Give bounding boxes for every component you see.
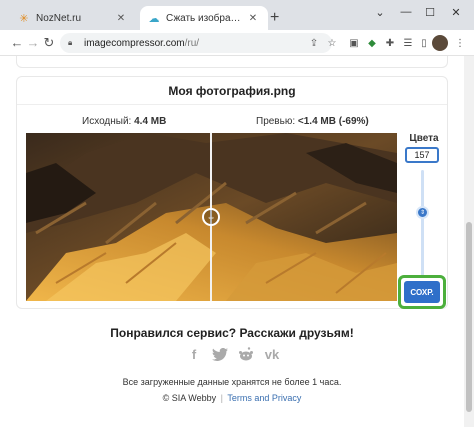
scrollbar-thumb[interactable] [466,222,472,412]
star-spark-icon: ✳ [19,12,29,25]
extension-green-icon[interactable]: ◆ [364,35,380,51]
data-retention-notice: Все загруженные данные хранятся не более… [122,377,342,387]
close-tab-icon[interactable]: ✕ [246,13,260,24]
puzzle-icon[interactable]: ✚ [382,35,398,51]
browser-toolbar: ← → ↻ 🔒︎ imagecompressor.com /ru/ ⇪ ☆ ▣ … [0,30,474,56]
terms-link[interactable]: Terms and Privacy [227,393,301,403]
reload-icon[interactable]: ↻ [40,34,58,52]
tab-noznet[interactable]: ✳ NozNet.ru ✕ [10,6,136,30]
previous-card-edge [16,56,448,68]
preview-size-label: Превью: [256,116,296,127]
tab-search-icon[interactable]: ⌄ [370,6,390,19]
colors-input[interactable]: 157 [405,147,439,163]
bookmark-star-icon[interactable]: ☆ [324,35,340,51]
share-heading: Понравился сервис? Расскажи друзьям! [110,326,354,340]
url-path: /ru/ [184,37,200,49]
twitter-icon[interactable] [211,346,229,362]
original-size-label: Исходный: [82,116,132,127]
reddit-icon[interactable] [237,346,255,362]
tab-title: NozNet.ru [36,12,82,24]
new-tab-button[interactable]: + [270,10,279,26]
address-bar[interactable]: 🔒︎ imagecompressor.com /ru/ [60,33,332,53]
colors-label: Цвета [409,133,439,144]
page-footer: © SIA Webby | Terms and Privacy [0,393,464,403]
tab-imagecompressor[interactable]: ☁ Сжать изображение онлайн ✕ [140,6,268,30]
avatar[interactable] [432,35,448,51]
menu-icon[interactable]: ⋮ [452,35,468,51]
preview-size: Превью: <1.4 MB (-69%) [256,116,369,127]
footer-separator: | [220,393,223,403]
preview-size-value: <1.4 MB (-69%) [297,116,369,127]
original-size-value: 4.4 MB [134,116,167,127]
file-name-title: Моя фотография.png [168,84,296,98]
comparison-image[interactable]: ⇔ [26,133,397,301]
browser-tab-strip: ✳ NozNet.ru ✕ ☁ Сжать изображение онлайн… [0,0,474,30]
colors-slider-thumb[interactable]: ⇕ [416,206,429,219]
sidebar-icon[interactable]: ▯ [416,35,432,51]
copyright-text: © SIA Webby [162,393,217,403]
url-host: imagecompressor.com [84,37,185,49]
lock-icon[interactable]: 🔒︎ [68,38,78,48]
close-icon[interactable]: ✕ [446,6,466,19]
compare-handle-icon[interactable]: ⇔ [202,208,220,226]
extension-icon[interactable]: ▣ [346,35,362,51]
minimize-icon[interactable]: — [396,6,416,18]
card-divider [17,104,447,105]
close-tab-icon[interactable]: ✕ [114,13,128,24]
vk-icon[interactable]: vk [263,346,281,362]
social-links: f vk [185,346,281,362]
colors-slider[interactable] [421,170,424,276]
tab-title: Сжать изображение онлайн [166,12,246,24]
reading-list-icon[interactable]: ☰ [400,35,416,51]
original-size: Исходный: 4.4 MB [82,116,166,127]
facebook-icon[interactable]: f [185,346,203,362]
save-button[interactable]: СОХР. [404,281,440,303]
share-icon[interactable]: ⇪ [306,35,322,51]
cloud-icon: ☁ [148,12,160,25]
maximize-icon[interactable]: ☐ [420,6,440,19]
